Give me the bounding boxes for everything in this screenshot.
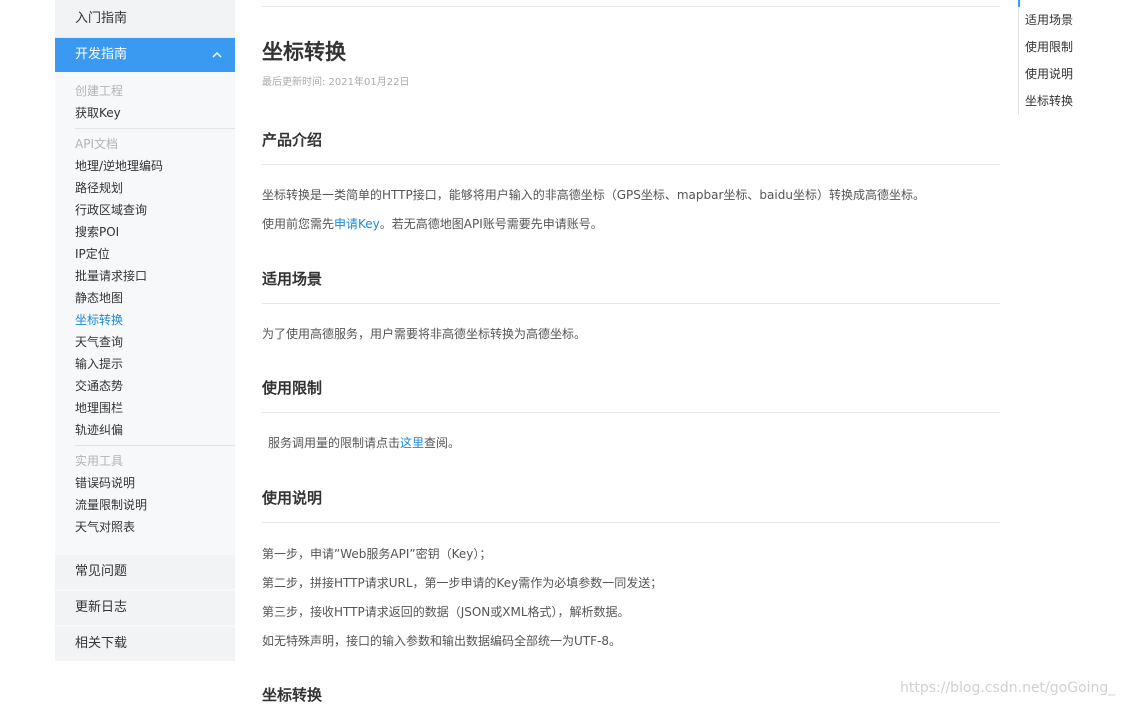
toc-item-limits[interactable]: 使用限制 <box>1025 38 1073 55</box>
section-heading-convert: 坐标转换 <box>262 686 323 704</box>
section-heading-intro: 产品介绍 <box>262 131 323 149</box>
sidebar-item-traffic[interactable]: 交通态势 <box>75 375 235 397</box>
watermark: https://blog.csdn.net/goGoing_ <box>900 680 1116 696</box>
sidebar-submenu: 创建工程 获取Key API文档 地理/逆地理编码 路径规划 行政区域查询 搜索… <box>55 72 235 538</box>
sidebar-item-downloads[interactable]: 相关下载 <box>55 627 235 661</box>
sidebar-item-grasp-road[interactable]: 轨迹纠偏 <box>75 419 235 441</box>
section-heading-scenario: 适用场景 <box>262 270 323 288</box>
sidebar-section-dev-guide[interactable]: 开发指南 <box>55 38 235 72</box>
divider <box>262 6 1000 7</box>
sidebar-item-weather-table[interactable]: 天气对照表 <box>75 516 235 538</box>
sidebar-item-batch-request[interactable]: 批量请求接口 <box>75 265 235 287</box>
scenario-paragraph: 为了使用高德服务，用户需要将非高德坐标转换为高德坐标。 <box>262 327 587 341</box>
page-title: 坐标转换 <box>262 40 346 64</box>
usage-step: 第二步，拼接HTTP请求URL，第一步申请的Key需作为必填参数一同发送； <box>262 576 663 590</box>
sidebar-item-changelog[interactable]: 更新日志 <box>55 591 235 625</box>
usage-note: 如无特殊声明，接口的输入参数和输出数据编码全部统一为UTF-8。 <box>262 634 621 648</box>
divider <box>262 164 1000 165</box>
limits-paragraph: 服务调用量的限制请点击这里查阅。 <box>268 434 460 451</box>
section-heading-usage: 使用说明 <box>262 489 323 507</box>
group-title-api-docs: API文档 <box>75 137 118 151</box>
sidebar-item-rate-limits[interactable]: 流量限制说明 <box>75 494 235 516</box>
divider <box>262 522 1000 523</box>
intro-key-paragraph: 使用前您需先申请Key。若无高德地图API账号需要先申请账号。 <box>262 215 603 232</box>
sidebar-divider <box>75 128 235 129</box>
sidebar: 入门指南 开发指南 创建工程 获取Key API文档 地理/逆地理编码 路径规划… <box>55 0 235 661</box>
group-title-create-project: 创建工程 <box>75 84 124 98</box>
group-title-tools: 实用工具 <box>75 454 124 468</box>
toc-item-convert[interactable]: 坐标转换 <box>1025 92 1073 109</box>
sidebar-item-input-tips[interactable]: 输入提示 <box>75 353 235 375</box>
section-heading-limits: 使用限制 <box>262 379 323 397</box>
sidebar-item-coordinate-convert[interactable]: 坐标转换 <box>75 309 235 331</box>
sidebar-item-get-key[interactable]: 获取Key <box>75 102 235 124</box>
sidebar-divider <box>75 445 235 446</box>
sidebar-section-label: 开发指南 <box>75 47 128 62</box>
sidebar-item-district-query[interactable]: 行政区域查询 <box>75 199 235 221</box>
chevron-up-icon[interactable] <box>211 38 223 72</box>
text: 查阅。 <box>424 436 461 450</box>
sidebar-item-geocoding[interactable]: 地理/逆地理编码 <box>75 155 235 177</box>
divider <box>262 412 1000 413</box>
sidebar-item-geofence[interactable]: 地理围栏 <box>75 397 235 419</box>
sidebar-item-search-poi[interactable]: 搜索POI <box>75 221 235 243</box>
text: 服务调用量的限制请点击 <box>268 436 401 450</box>
sidebar-item-getting-started[interactable]: 入门指南 <box>55 0 235 38</box>
sidebar-item-error-codes[interactable]: 错误码说明 <box>75 472 235 494</box>
text: 。若无高德地图API账号需要先申请账号。 <box>379 217 603 231</box>
usage-step: 第一步，申请”Web服务API”密钥（Key）； <box>262 547 492 561</box>
text: 使用前您需先 <box>262 217 335 231</box>
divider <box>262 303 1000 304</box>
toc-item-usage[interactable]: 使用说明 <box>1025 65 1073 82</box>
last-updated: 最后更新时间: 2021年01月22日 <box>262 77 410 88</box>
sidebar-item-weather[interactable]: 天气查询 <box>75 331 235 353</box>
apply-key-link[interactable]: 申请Key <box>334 217 380 231</box>
sidebar-item-faq[interactable]: 常见问题 <box>55 555 235 589</box>
sidebar-item-static-map[interactable]: 静态地图 <box>75 287 235 309</box>
toc-item-scenario[interactable]: 适用场景 <box>1025 11 1073 28</box>
sidebar-item-ip-location[interactable]: IP定位 <box>75 243 235 265</box>
sidebar-item-route-planning[interactable]: 路径规划 <box>75 177 235 199</box>
usage-step: 第三步，接收HTTP请求返回的数据（JSON或XML格式），解析数据。 <box>262 605 630 619</box>
limits-here-link[interactable]: 这里 <box>400 436 424 450</box>
table-of-contents: 适用场景 使用限制 使用说明 坐标转换 <box>1018 0 1073 115</box>
intro-paragraph: 坐标转换是一类简单的HTTP接口，能够将用户输入的非高德坐标（GPS坐标、map… <box>262 188 925 202</box>
toc-active-marker <box>1018 0 1020 7</box>
